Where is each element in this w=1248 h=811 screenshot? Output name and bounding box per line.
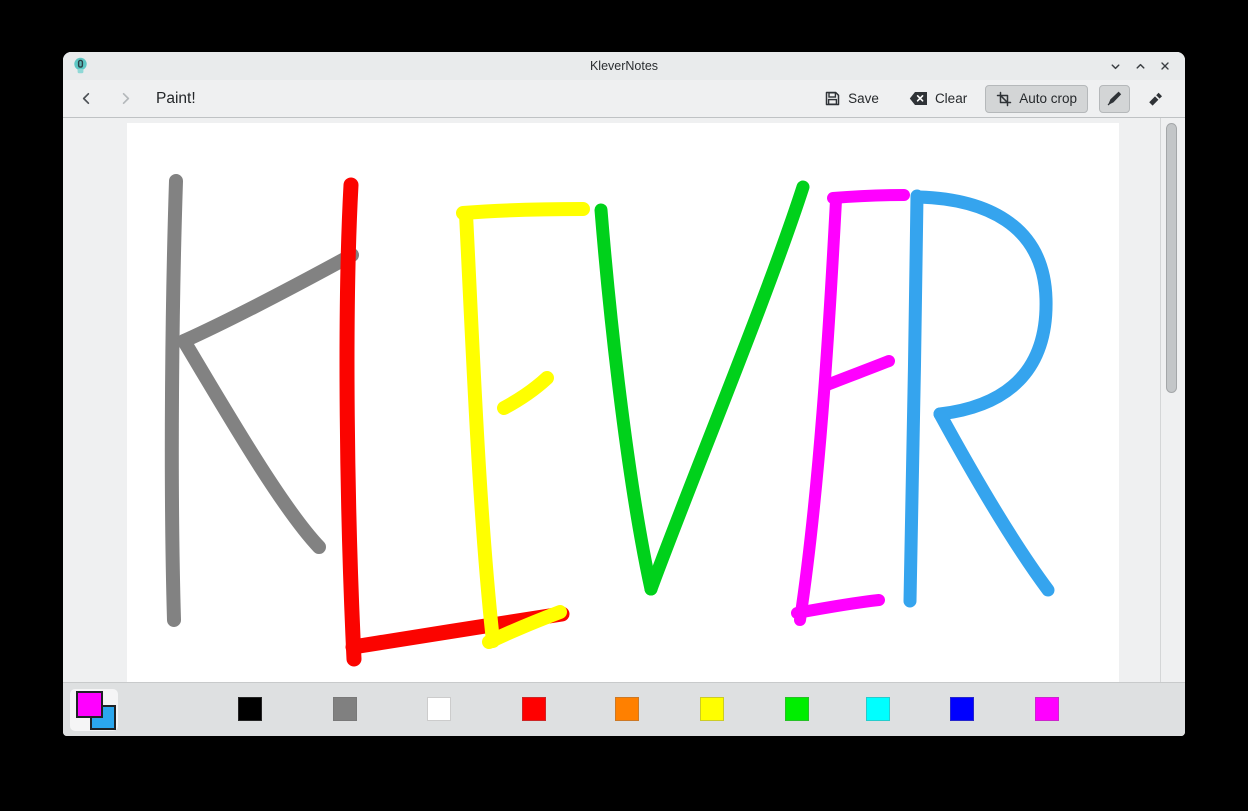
save-button[interactable]: Save <box>824 90 879 107</box>
back-button[interactable] <box>77 90 95 108</box>
save-label: Save <box>848 91 879 106</box>
palette-swatch-orange[interactable] <box>615 697 639 721</box>
color-palette-bar <box>63 682 1185 736</box>
drawn-letter-r <box>910 196 1048 601</box>
klever-drawing <box>127 123 1119 684</box>
pen-icon <box>1106 90 1123 107</box>
auto-crop-button[interactable]: Auto crop <box>985 85 1088 113</box>
titlebar: KleverNotes <box>63 52 1185 80</box>
palette-swatch-green[interactable] <box>785 697 809 721</box>
scrollbar-thumb[interactable] <box>1166 123 1177 393</box>
eraser-tool-button[interactable] <box>1141 85 1171 113</box>
palette-swatch-red[interactable] <box>522 697 546 721</box>
forward-button[interactable] <box>116 90 134 108</box>
current-color-indicator[interactable] <box>70 689 118 731</box>
palette-swatch-cyan[interactable] <box>866 697 890 721</box>
maximize-button[interactable] <box>1132 58 1148 74</box>
clear-label: Clear <box>935 91 967 106</box>
toolbar-actions: Save Clear Auto crop <box>824 85 1171 113</box>
palette-swatch-black[interactable] <box>238 697 262 721</box>
content-area <box>63 118 1185 682</box>
eraser-icon <box>1147 90 1165 108</box>
save-icon <box>824 90 841 107</box>
close-button[interactable] <box>1157 58 1173 74</box>
auto-crop-label: Auto crop <box>1019 91 1077 106</box>
palette-swatch-yellow[interactable] <box>700 697 724 721</box>
drawn-letter-l <box>347 185 562 659</box>
clear-backspace-icon <box>909 91 928 106</box>
palette-swatch-magenta[interactable] <box>1035 697 1059 721</box>
toolbar: Paint! Save Clear <box>63 80 1185 118</box>
drawn-letter-e1 <box>463 209 583 642</box>
pen-tool-button[interactable] <box>1099 85 1130 113</box>
drawn-letter-k <box>172 181 352 620</box>
drawn-letter-v <box>601 187 803 589</box>
clear-button[interactable]: Clear <box>909 91 967 106</box>
drawn-letter-e2 <box>797 195 904 620</box>
palette-swatch-gray[interactable] <box>333 697 357 721</box>
window-title: KleverNotes <box>63 59 1185 73</box>
crop-icon <box>996 91 1012 107</box>
paint-canvas[interactable] <box>127 123 1119 682</box>
minimize-button[interactable] <box>1107 58 1123 74</box>
palette-swatch-white[interactable] <box>427 697 451 721</box>
klevernotes-window: KleverNotes Paint! <box>63 52 1185 736</box>
palette-swatch-blue[interactable] <box>950 697 974 721</box>
page-title: Paint! <box>156 90 196 108</box>
window-controls <box>1107 58 1173 74</box>
primary-color-swatch <box>76 691 103 718</box>
scrollbar-track[interactable] <box>1160 118 1185 682</box>
app-lightbulb-icon <box>73 57 88 76</box>
